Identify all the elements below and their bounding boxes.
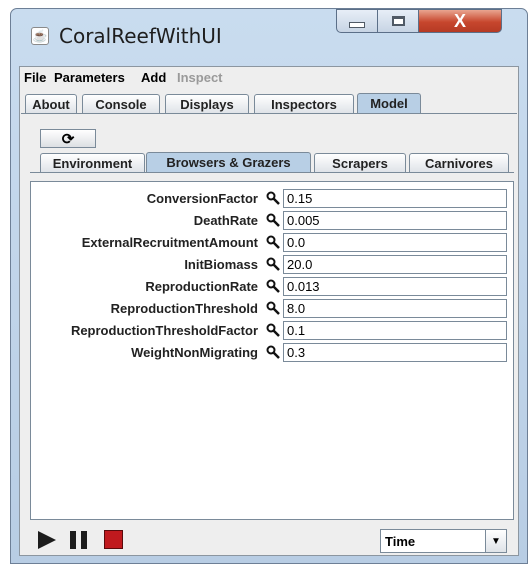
property-label: ExternalRecruitmentAmount — [81, 235, 258, 250]
property-value-field[interactable] — [283, 343, 507, 362]
magnifier-icon[interactable] — [266, 279, 280, 293]
magnifier-icon[interactable] — [266, 191, 280, 205]
tab-model[interactable]: Model — [357, 93, 421, 113]
tab-about[interactable]: About — [25, 94, 77, 113]
property-value-field[interactable] — [283, 299, 507, 318]
play-icon[interactable] — [38, 531, 56, 549]
magnifier-icon[interactable] — [266, 323, 280, 337]
property-row: ConversionFactor — [31, 188, 513, 210]
property-value-field[interactable] — [283, 189, 507, 208]
tab-displays[interactable]: Displays — [165, 94, 249, 113]
tab-console[interactable]: Console — [82, 94, 160, 113]
property-label: ReproductionThreshold — [110, 301, 258, 316]
property-label: InitBiomass — [184, 257, 258, 272]
magnifier-icon[interactable] — [266, 301, 280, 315]
property-label: ReproductionRate — [145, 279, 258, 294]
maximize-icon — [391, 16, 405, 26]
maximize-button[interactable] — [377, 9, 419, 33]
property-row: ReproductionThreshold — [31, 298, 513, 320]
chevron-down-icon[interactable]: ▼ — [485, 530, 506, 552]
property-label: WeightNonMigrating — [131, 345, 258, 360]
menu-inspect: Inspect — [177, 70, 223, 85]
subtab-environment[interactable]: Environment — [40, 153, 145, 172]
property-value-field[interactable] — [283, 277, 507, 296]
subtab-scrapers[interactable]: Scrapers — [314, 153, 406, 172]
time-select-value: Time — [385, 534, 416, 549]
tab-divider — [21, 113, 517, 114]
subtab-carnivores[interactable]: Carnivores — [409, 153, 509, 172]
close-button[interactable]: X — [418, 9, 502, 33]
control-bar: Time ▼ — [20, 525, 518, 555]
close-icon: X — [453, 10, 466, 31]
minimize-icon — [349, 22, 365, 28]
property-row: WeightNonMigrating — [31, 342, 513, 364]
property-row: ReproductionRate — [31, 276, 513, 298]
magnifier-icon[interactable] — [266, 213, 280, 227]
menu-bar: File Parameters Add Inspect — [20, 67, 518, 89]
refresh-icon: ⟳ — [61, 130, 75, 148]
pause-icon[interactable] — [70, 531, 88, 549]
properties-panel: ConversionFactor DeathRate ExternalRecruit… — [30, 181, 514, 520]
property-label: ReproductionThresholdFactor — [70, 323, 258, 338]
tab-inspectors[interactable]: Inspectors — [254, 94, 354, 113]
property-label: ConversionFactor — [146, 191, 258, 206]
property-label: DeathRate — [193, 213, 258, 228]
minimize-button[interactable] — [336, 9, 378, 33]
property-value-field[interactable] — [283, 211, 507, 230]
subtab-divider — [30, 172, 514, 173]
app-window: ☕ CoralReefWithUI X File Parameters Add … — [10, 8, 528, 564]
property-value-field[interactable] — [283, 255, 507, 274]
menu-add[interactable]: Add — [141, 70, 166, 85]
stop-icon[interactable] — [104, 530, 123, 549]
magnifier-icon[interactable] — [266, 257, 280, 271]
menu-file[interactable]: File — [24, 70, 46, 85]
property-value-field[interactable] — [283, 233, 507, 252]
time-select[interactable]: Time ▼ — [380, 529, 507, 553]
magnifier-icon[interactable] — [266, 345, 280, 359]
refresh-button[interactable]: ⟳ — [40, 129, 96, 148]
property-row: DeathRate — [31, 210, 513, 232]
property-value-field[interactable] — [283, 321, 507, 340]
property-row: ReproductionThresholdFactor — [31, 320, 513, 342]
client-area: File Parameters Add Inspect About Consol… — [19, 66, 519, 556]
magnifier-icon[interactable] — [266, 235, 280, 249]
subtab-browsers-grazers[interactable]: Browsers & Grazers — [146, 152, 311, 172]
title-bar[interactable]: ☕ CoralReefWithUI X — [11, 9, 527, 61]
java-app-icon: ☕ — [31, 27, 49, 45]
window-title: CoralReefWithUI — [59, 24, 222, 48]
property-row: InitBiomass — [31, 254, 513, 276]
property-row: ExternalRecruitmentAmount — [31, 232, 513, 254]
menu-parameters[interactable]: Parameters — [54, 70, 125, 85]
